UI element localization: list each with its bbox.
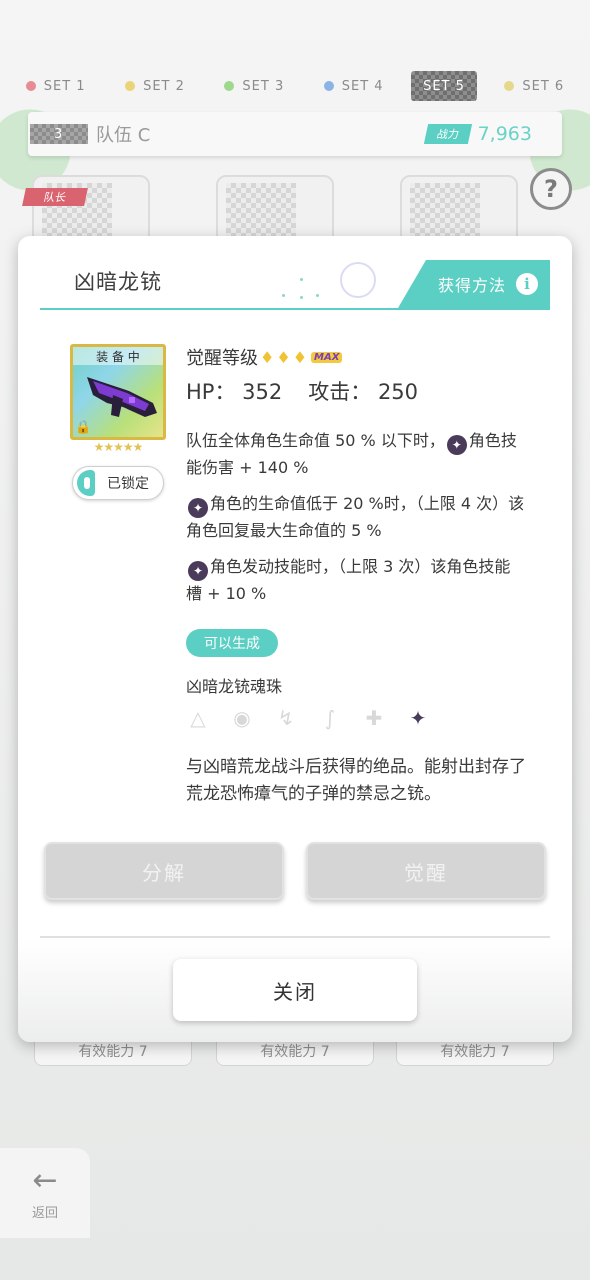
lock-toggle-label: 已锁定 (107, 476, 149, 492)
weapon-icon[interactable]: 装 备 中 🔒 (70, 344, 166, 440)
equipped-label: 装 备 中 (73, 347, 163, 365)
acquisition-method-label: 获得方法 (437, 276, 506, 295)
tab-set-2[interactable]: SET 2 (113, 71, 197, 101)
decorative-dot (282, 294, 285, 297)
dark-element-icon: ✦ (409, 706, 427, 730)
set-3-dot (224, 81, 235, 91)
set-2-dot (125, 81, 136, 91)
set-1-dot (25, 81, 36, 91)
craftable-badge: 可以生成 (186, 629, 278, 657)
back-label: 返回 (31, 1205, 58, 1221)
team-bar: 3 队伍 C 战力 7,963 (28, 112, 562, 156)
power-label: 战力 (423, 124, 472, 144)
weapon-detail-modal: 凶暗龙铳 获得方法 i 装 备 中 🔒 ★★★★★ 已锁定 觉醒等级 ♦ ♦ ♦… (18, 236, 572, 1042)
thunder-element-icon: ↯ (277, 706, 295, 730)
team-name: 队伍 C (96, 125, 151, 146)
dismantle-button[interactable]: 分解 (44, 842, 284, 900)
close-button[interactable]: 关闭 (173, 959, 417, 1021)
wind-element-icon: ∫ (324, 706, 336, 730)
gem-icon: ♦ (260, 347, 275, 367)
info-icon: i (516, 273, 538, 295)
awaken-label: 觉醒等级 (186, 348, 258, 369)
tab-set-6[interactable]: SET 6 (492, 71, 576, 101)
decorative-dot (316, 294, 319, 297)
team-number: 3 (30, 124, 88, 144)
acquisition-method-button[interactable]: 获得方法 i (398, 260, 550, 308)
effect-1: 队伍全体角色生命值 50 % 以下时， ✦ 角色技能伤害 + 140 % (186, 431, 517, 477)
soul-orb-name: 凶暗龙铳魂珠 (186, 677, 283, 696)
set-4-dot (323, 81, 334, 91)
footer-divider (40, 936, 550, 938)
back-button[interactable]: ← 返回 (0, 1148, 90, 1238)
dark-element-icon: ✦ (188, 561, 208, 581)
decorative-circle (340, 262, 376, 298)
holy-element-icon: ✚ (365, 706, 383, 730)
stat-line: HP： 352 攻击： 250 (186, 376, 418, 406)
lock-icon: 🔒 (75, 420, 92, 435)
help-icon[interactable]: ? (530, 168, 572, 210)
awaken-button[interactable]: 觉醒 (306, 842, 546, 900)
max-badge: MAX (311, 351, 343, 363)
set-6-dot (504, 81, 515, 91)
modal-title: 凶暗龙铳 (74, 270, 162, 294)
back-arrow-icon: ← (32, 1162, 58, 1198)
dark-element-icon: ✦ (188, 498, 208, 518)
decorative-dot (300, 296, 303, 299)
tab-set-4[interactable]: SET 4 (312, 71, 396, 101)
gem-icon: ♦ (292, 347, 308, 367)
toggle-knob (77, 470, 95, 496)
gem-icon: ♦ (276, 347, 291, 367)
power-value: 7,963 (477, 123, 532, 145)
set-tabs: SET 1 SET 2 SET 3 SET 4 SET 5 SET 6 (0, 68, 590, 104)
effect-2: ✦ 角色的生命值低于 20 %时，（上限 4 次）该角色回复最大生命值的 5 % (186, 494, 525, 540)
earth-element-icon: △ (190, 706, 206, 730)
gun-icon (87, 377, 157, 417)
decorative-dot (300, 278, 303, 281)
awaken-level: 觉醒等级 ♦ ♦ ♦ MAX (186, 344, 343, 370)
flavor-text: 与凶暗荒龙战斗后获得的绝品。能射出封存了荒龙恐怖瘴气的子弹的禁忌之铳。 (186, 757, 526, 804)
tab-set-5[interactable]: SET 5 (411, 71, 477, 101)
leader-tag: 队长 (22, 188, 88, 206)
title-underline (40, 308, 550, 310)
tab-set-3[interactable]: SET 3 (212, 71, 296, 101)
element-row: △ ◉ ↯ ∫ ✚ ✦ (186, 706, 430, 730)
attack-stat: 攻击： 250 (308, 380, 419, 404)
light-element-icon: ◉ (233, 706, 251, 730)
effect-3: ✦ 角色发动技能时，（上限 3 次）该角色技能槽 + 10 % (186, 557, 511, 603)
hp-stat: HP： 352 (186, 380, 283, 404)
lock-toggle[interactable]: 已锁定 (72, 466, 164, 500)
tab-set-1[interactable]: SET 1 (14, 71, 98, 101)
rarity-stars: ★★★★★ (93, 440, 144, 454)
dark-element-icon: ✦ (446, 435, 467, 455)
